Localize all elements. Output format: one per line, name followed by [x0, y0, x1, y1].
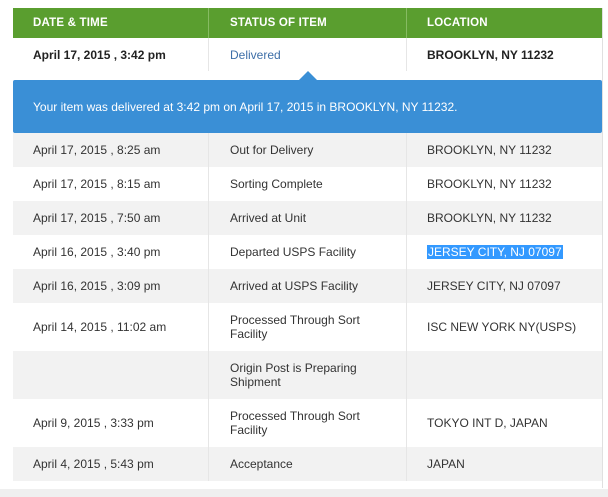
row-date: April 16, 2015 , 3:09 pm	[33, 279, 161, 293]
bottom-strip	[0, 489, 608, 497]
table-header: DATE & TIME STATUS OF ITEM LOCATION	[13, 8, 603, 38]
header-status: STATUS OF ITEM	[208, 8, 406, 38]
row-status: Arrived at Unit	[208, 201, 406, 235]
row-date: April 17, 2015 , 8:15 am	[33, 177, 161, 191]
row-location: JAPAN	[406, 447, 603, 481]
row-status: Out for Delivery	[208, 133, 406, 167]
row-date: April 14, 2015 , 11:02 am	[33, 320, 167, 334]
row-status-line2: Facility	[230, 423, 268, 437]
table-row: April 16, 2015 , 3:40 pm Departed USPS F…	[13, 235, 603, 269]
row-location: JERSEY CITY, NJ 07097	[406, 269, 603, 303]
row-status-line2: Facility	[230, 327, 268, 341]
row-status: Acceptance	[208, 447, 406, 481]
table-row: April 17, 2015 , 8:25 am Out for Deliver…	[13, 133, 603, 167]
row-date	[13, 351, 208, 399]
selected-location-text[interactable]: JERSEY CITY, NJ 07097	[427, 245, 563, 259]
row-location: BROOKLYN, NY 11232	[406, 201, 603, 235]
row-status-line1: Processed Through Sort	[230, 409, 360, 423]
row-status-line1: Processed Through Sort	[230, 313, 360, 327]
table-row: April 4, 2015 , 5:43 pm Acceptance JAPAN	[13, 447, 603, 481]
row-location: BROOKLYN, NY 11232	[406, 167, 603, 201]
row-status: Departed USPS Facility	[208, 235, 406, 269]
table-row: April 16, 2015 , 3:09 pm Arrived at USPS…	[13, 269, 603, 303]
delivered-status-link[interactable]: Delivered	[208, 38, 406, 71]
delivered-row: April 17, 2015 , 3:42 pm Delivered BROOK…	[13, 38, 603, 71]
row-status: Sorting Complete	[208, 167, 406, 201]
row-location-cell: JERSEY CITY, NJ 07097	[406, 235, 603, 269]
row-location	[406, 351, 603, 399]
banner-message: Your item was delivered at 3:42 pm on Ap…	[33, 99, 458, 114]
row-location: BROOKLYN, NY 11232	[406, 133, 603, 167]
delivered-date: April 17, 2015 , 3:42 pm	[33, 47, 166, 62]
row-status-line1: Origin Post is Preparing	[230, 361, 357, 375]
table-row: April 17, 2015 , 7:50 am Arrived at Unit…	[13, 201, 603, 235]
header-location: LOCATION	[406, 8, 603, 38]
header-date-time: DATE & TIME	[33, 17, 108, 29]
row-status-line2: Shipment	[230, 375, 281, 389]
right-border	[602, 8, 603, 488]
delivery-banner: Your item was delivered at 3:42 pm on Ap…	[13, 80, 602, 133]
row-date: April 17, 2015 , 8:25 am	[33, 143, 161, 157]
table-row: Origin Post is Preparing Shipment	[13, 351, 603, 399]
row-status: Processed Through Sort Facility	[208, 303, 406, 351]
row-date: April 17, 2015 , 7:50 am	[33, 211, 161, 225]
row-date: April 9, 2015 , 3:33 pm	[33, 416, 154, 430]
row-date: April 4, 2015 , 5:43 pm	[33, 457, 154, 471]
row-location: ISC NEW YORK NY(USPS)	[406, 303, 603, 351]
row-location: TOKYO INT D, JAPAN	[406, 399, 603, 447]
tracking-history: DATE & TIME STATUS OF ITEM LOCATION Apri…	[0, 0, 608, 497]
delivered-location: BROOKLYN, NY 11232	[406, 38, 603, 71]
row-status: Processed Through Sort Facility	[208, 399, 406, 447]
table-row: April 14, 2015 , 11:02 am Processed Thro…	[13, 303, 603, 351]
row-status: Arrived at USPS Facility	[208, 269, 406, 303]
table-row: April 17, 2015 , 8:15 am Sorting Complet…	[13, 167, 603, 201]
row-date: April 16, 2015 , 3:40 pm	[33, 245, 161, 259]
table-row: April 9, 2015 , 3:33 pm Processed Throug…	[13, 399, 603, 447]
row-status: Origin Post is Preparing Shipment	[208, 351, 406, 399]
